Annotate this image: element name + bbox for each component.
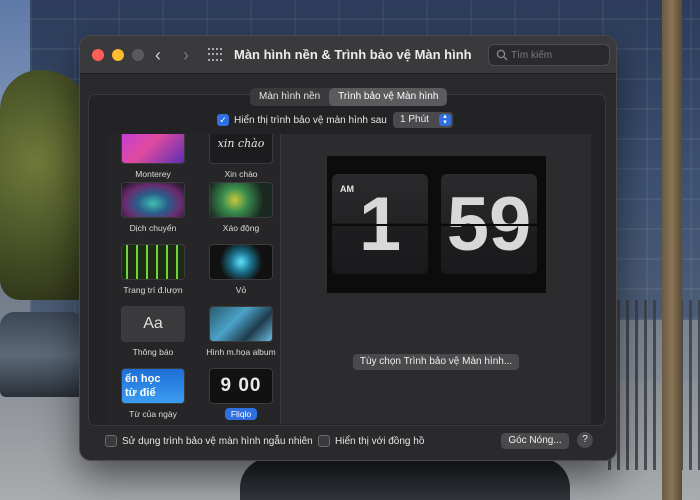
saver-item-monterey[interactable]: Monterey (118, 134, 188, 179)
saver-thumbnail (121, 182, 185, 218)
close-icon[interactable] (92, 49, 104, 61)
saver-item-tu-cua-ngay[interactable]: ển học từ điể vựng Từ của ngày (118, 368, 188, 419)
chevron-right-icon[interactable]: › (176, 45, 196, 65)
saver-label: Xin chào (224, 169, 258, 179)
saver-thumbnail: ển học từ điể vựng (121, 368, 185, 404)
saver-thumbnail (121, 134, 185, 164)
show-after-checkbox[interactable]: ✓ (217, 114, 229, 126)
saver-thumbnail (209, 182, 273, 218)
saver-thumbnail (209, 244, 273, 280)
saver-label-selected: Fliqlo (224, 408, 258, 420)
saver-label: Vỏ (235, 285, 247, 295)
saver-label: Dịch chuyển (129, 223, 177, 233)
saver-label: Hình m.họa album (206, 347, 276, 357)
random-saver-label: Sử dụng trình bảo vệ màn hình ngẫu nhiên (122, 435, 313, 447)
delay-row: ✓ Hiển thị trình bảo vệ màn hình sau (217, 114, 387, 126)
saver-thumbnail (121, 244, 185, 280)
flip-divider (332, 224, 428, 226)
random-saver-row: Sử dụng trình bảo vệ màn hình ngẫu nhiên (105, 435, 313, 447)
saver-label: Từ của ngày (129, 409, 177, 419)
random-saver-checkbox[interactable] (105, 435, 117, 447)
wallpaper-car-front (240, 458, 570, 500)
show-clock-label: Hiển thị với đồng hồ (335, 435, 425, 447)
flip-card-hour: AM 1 (332, 174, 428, 274)
saver-thumbnail: xin chào (209, 134, 273, 164)
checkmark-icon: ✓ (219, 115, 227, 125)
hot-corners-button[interactable]: Góc Nóng... (501, 433, 569, 449)
minimize-icon[interactable] (112, 49, 124, 61)
saver-item-vo[interactable]: Vỏ (206, 244, 276, 295)
saver-thumbnail: 9 00 (209, 368, 273, 404)
window-title: Màn hình nền & Trình bảo vệ Màn hình (234, 47, 472, 62)
tab-desktop[interactable]: Màn hình nền (250, 88, 329, 106)
saver-item-xao-dong[interactable]: Xáo động (206, 182, 276, 233)
saver-label: Thông báo (132, 347, 174, 357)
saver-thumbnail: Aa (121, 306, 185, 342)
saver-thumbnail (209, 306, 273, 342)
saver-thumb-text: xin chào (217, 137, 265, 150)
saver-item-fliqlo[interactable]: 9 00 Fliqlo (206, 368, 276, 422)
search-input[interactable] (511, 46, 605, 64)
saver-preview: AM 1 59 (327, 156, 546, 293)
saver-item-thong-bao[interactable]: Aa Thông báo (118, 306, 188, 357)
wallpaper-fence (608, 300, 700, 470)
grid-icon[interactable] (208, 48, 222, 62)
delay-label: Hiển thị trình bảo vệ màn hình sau (234, 114, 387, 126)
saver-label: Trang trí đ.lượn (123, 285, 183, 295)
saver-list[interactable]: Monterey xin chào Xin chào Dịch chuyển X… (108, 134, 280, 424)
saver-label: Xáo động (222, 223, 260, 233)
saver-thumb-text: 9 00 (220, 375, 262, 396)
zoom-icon[interactable] (132, 49, 144, 61)
saver-item-xin-chao[interactable]: xin chào Xin chào (206, 134, 276, 179)
delay-value: 1 Phút (400, 114, 429, 125)
wallpaper-palm (662, 0, 682, 500)
segmented-tabs: Màn hình nền Trình bảo vệ Màn hình (250, 88, 448, 106)
delay-select[interactable]: 1 Phút ▴ ▾ (393, 112, 453, 128)
search-icon (496, 49, 508, 61)
chevron-left-icon[interactable]: ‹ (148, 45, 168, 65)
saver-thumb-text: Aa (143, 315, 163, 332)
saver-item-album[interactable]: Hình m.họa album (206, 306, 276, 357)
saver-label: Monterey (135, 169, 171, 179)
help-icon[interactable]: ? (577, 432, 593, 448)
saver-item-trang-tri[interactable]: Trang trí đ.lượn (118, 244, 188, 295)
tab-screen-saver[interactable]: Trình bảo vệ Màn hình (329, 88, 448, 106)
show-clock-row: Hiển thị với đồng hồ (318, 435, 424, 447)
saver-options-button[interactable]: Tùy chọn Trình bảo vệ Màn hình... (353, 354, 519, 370)
saver-thumb-text: ển học từ điể vựng (125, 373, 161, 403)
title-bar: ‹ › Màn hình nền & Trình bảo vệ Màn hình (80, 36, 616, 74)
preferences-window: ‹ › Màn hình nền & Trình bảo vệ Màn hình… (80, 36, 616, 460)
wallpaper-car (0, 312, 85, 397)
search-field[interactable] (488, 44, 610, 66)
flip-card-minute: 59 (441, 174, 537, 274)
saver-item-dich-chuyen[interactable]: Dịch chuyển (118, 182, 188, 233)
chevron-updown-icon: ▴ ▾ (439, 113, 451, 126)
flip-divider (441, 224, 537, 226)
show-clock-checkbox[interactable] (318, 435, 330, 447)
